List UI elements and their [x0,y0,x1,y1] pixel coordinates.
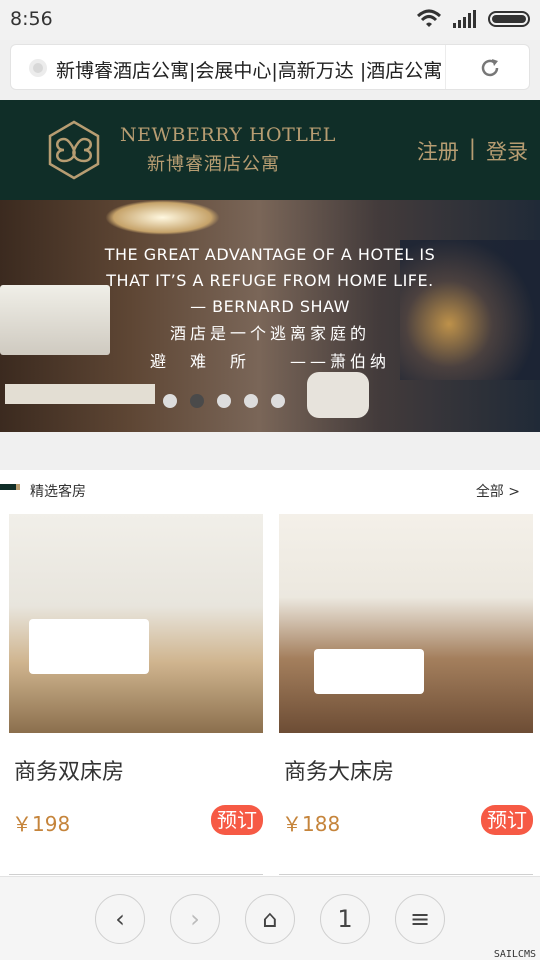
banner-quote: THE GREAT ADVANTAGE OF A HOTEL IS THAT I… [0,242,540,376]
register-link[interactable]: 注册 [417,136,459,166]
brand-chinese-name: 新博睿酒店公寓 [147,154,280,175]
room-card[interactable]: 商务大床房 ￥188 预订 [279,514,533,864]
browser-bottom-nav: ‹ › ⌂ 1 ≡ SAILCMS [0,876,540,960]
room-photo[interactable] [279,514,533,733]
auth-separator: | [468,136,476,160]
login-link[interactable]: 登录 [486,136,528,166]
chevron-right-icon[interactable]: > [508,484,520,500]
wifi-icon [416,9,442,27]
room-bed-decoration [314,649,424,694]
quote-english-line-2: THAT IT’S A REFUGE FROM HOME LIFE. [106,271,434,290]
status-bar: 8:56 [0,0,540,40]
quote-english-line-1: THE GREAT ADVANTAGE OF A HOTEL IS [104,245,436,264]
banner-table-decoration [5,384,155,404]
quote-chinese-line-2: 避 难 所 ——萧伯纳 [149,352,390,371]
banner-chair-decoration [307,372,369,418]
featured-rooms-header: 精选客房 全部 > [0,470,540,510]
carousel-dot-4[interactable] [244,394,258,408]
view-all-link[interactable]: 全部 > [476,481,520,501]
watermark-text: SAILCMS [493,949,536,960]
forward-button[interactable]: › [170,894,220,944]
tabs-button[interactable]: 1 [320,894,370,944]
room-name[interactable]: 商务双床房 [14,754,124,786]
book-button[interactable]: 预订 [481,805,533,835]
book-button[interactable]: 预订 [211,805,263,835]
url-text[interactable]: 新博睿酒店公寓|会展中心|高新万达 |酒店公寓 [56,56,441,83]
carousel-dot-2[interactable] [190,394,204,408]
next-card-top-edge [9,874,263,875]
battery-icon [488,11,530,27]
room-card[interactable]: 商务双床房 ￥198 预订 [9,514,263,864]
quote-chinese-line-1: 酒店是一个逃离家庭的 [169,324,370,343]
back-button[interactable]: ‹ [95,894,145,944]
auth-links: 注册 | 登录 [417,136,528,166]
status-icons [416,9,530,29]
menu-button[interactable]: ≡ [395,894,445,944]
view-all-label[interactable]: 全部 [476,484,504,500]
next-card-top-edge [279,874,533,875]
page-info-icon[interactable] [29,59,47,77]
room-price: ￥198 [12,812,71,836]
signal-icon [453,10,476,28]
site-header: NEWBERRY HOTLEL 新博睿酒店公寓 注册 | 登录 [0,100,540,200]
brand-english-name: NEWBERRY HOTLEL [120,124,336,146]
chandelier-decoration [105,200,220,235]
section-marker [0,484,20,490]
browser-url-bar[interactable]: 新博睿酒店公寓|会展中心|高新万达 |酒店公寓 [10,44,530,90]
room-bed-decoration [29,619,149,674]
hero-banner[interactable]: THE GREAT ADVANTAGE OF A HOTEL IS THAT I… [0,200,540,432]
carousel-dot-1[interactable] [163,394,177,408]
carousel-dot-3[interactable] [217,394,231,408]
status-time: 8:56 [10,8,53,30]
home-button[interactable]: ⌂ [245,894,295,944]
room-name[interactable]: 商务大床房 [284,754,394,786]
quote-attribution: — BERNARD SHAW [190,297,350,316]
carousel-dots [163,394,285,408]
carousel-dot-5[interactable] [271,394,285,408]
room-price: ￥188 [282,812,341,836]
room-photo[interactable] [9,514,263,733]
hotel-logo-icon [48,120,100,180]
section-title: 精选客房 [30,484,86,500]
reload-icon[interactable] [478,56,502,80]
url-divider [445,45,446,89]
